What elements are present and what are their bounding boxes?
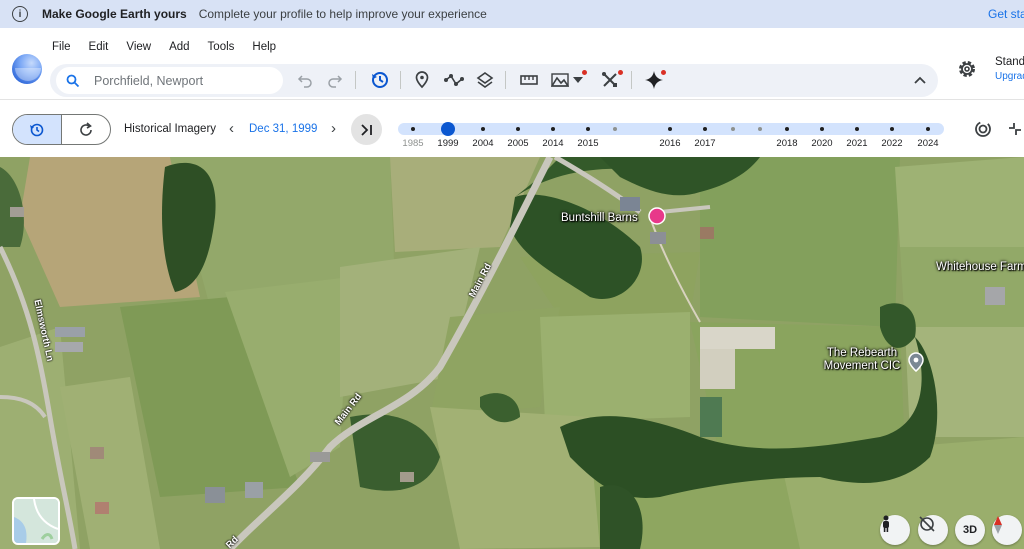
profile-banner: i Make Google Earth yours Complete your … [0, 0, 1024, 28]
banner-title: Make Google Earth yours [42, 7, 187, 21]
timelapse-icon[interactable] [973, 119, 993, 139]
chevron-left-icon[interactable]: ‹ [229, 120, 234, 137]
map-style-icon[interactable] [549, 69, 571, 91]
banner-message: Complete your profile to help improve yo… [198, 7, 487, 21]
reset-tilt-button[interactable] [918, 515, 948, 545]
map-view[interactable]: Buntshill Barns Whitehouse Farm The Rebe… [0, 157, 1024, 549]
menu-file[interactable]: File [52, 41, 71, 53]
get-started-link[interactable]: Get sta [988, 7, 1024, 21]
compass-button[interactable] [992, 515, 1022, 545]
jump-to-latest-button[interactable] [351, 114, 382, 145]
collapse-icon[interactable] [909, 69, 931, 91]
current-mode-button[interactable] [62, 115, 111, 144]
toolbar-divider [355, 71, 356, 89]
timeline-year-label[interactable]: 2015 [577, 138, 598, 149]
chevron-down-icon[interactable] [570, 69, 586, 91]
timeline-year-label[interactable]: 1985 [402, 138, 423, 149]
undo-icon[interactable] [294, 69, 316, 91]
collapse-panel-icon[interactable] [1005, 119, 1024, 139]
timeline-tick[interactable] [855, 127, 859, 131]
path-icon[interactable] [443, 69, 465, 91]
menu-help[interactable]: Help [252, 41, 276, 53]
google-earth-logo[interactable] [12, 54, 42, 84]
timeline-tick[interactable] [890, 127, 894, 131]
toolbar-divider [631, 71, 632, 89]
menu-bar: File Edit View Add Tools Help [52, 41, 294, 53]
selected-date[interactable]: Dec 31, 1999 [249, 123, 317, 135]
historical-imagery-bar: Historical Imagery ‹ Dec 31, 1999 › 1985… [0, 101, 1024, 157]
timeline-tick[interactable] [516, 127, 520, 131]
redo-icon[interactable] [324, 69, 346, 91]
menu-edit[interactable]: Edit [89, 41, 109, 53]
account-plan-title: Stand [995, 56, 1024, 68]
view-mode-toggle [12, 114, 111, 145]
layers-icon[interactable] [474, 69, 496, 91]
skip-end-icon [360, 123, 372, 136]
gear-icon[interactable] [956, 58, 978, 80]
timeline-selected-handle[interactable] [441, 122, 455, 136]
lodging-marker-icon[interactable] [648, 207, 666, 225]
notification-dot [661, 70, 666, 75]
timeline-slider[interactable] [398, 122, 944, 136]
timeline-tick[interactable] [820, 127, 824, 131]
info-icon: i [12, 6, 28, 22]
chevron-right-icon[interactable]: › [331, 120, 336, 137]
timeline-year-label[interactable]: 1999 [437, 138, 458, 149]
historical-imagery-label: Historical Imagery [124, 123, 217, 135]
compass-icon [994, 516, 1002, 534]
history-icon [29, 123, 44, 136]
toolbar-divider [400, 71, 401, 89]
timeline-year-label[interactable]: 2005 [507, 138, 528, 149]
measure-icon[interactable] [518, 69, 540, 91]
place-label-rebearth-movement[interactable]: The Rebearth Movement CIC [822, 347, 902, 373]
timeline-tick[interactable] [926, 127, 930, 131]
timeline-year-label[interactable]: 2021 [846, 138, 867, 149]
timeline-tick[interactable] [411, 127, 415, 131]
search-icon [66, 74, 80, 87]
placemark-icon[interactable] [411, 69, 433, 91]
historical-imagery-icon[interactable] [369, 69, 391, 91]
timeline-year-label[interactable]: 2020 [811, 138, 832, 149]
search-box[interactable] [56, 67, 283, 94]
timeline-tick[interactable] [551, 127, 555, 131]
menu-view[interactable]: View [126, 41, 151, 53]
toolbar-divider [505, 71, 506, 89]
place-label-buntshill-barns[interactable]: Buntshill Barns [561, 212, 638, 225]
timeline-minor-tick[interactable] [758, 127, 762, 131]
timeline-tick[interactable] [785, 127, 789, 131]
upgrade-link[interactable]: Upgrad [995, 71, 1024, 82]
timeline-tick[interactable] [586, 127, 590, 131]
notification-dot [618, 70, 623, 75]
timeline-year-label[interactable]: 2004 [472, 138, 493, 149]
timeline-tick[interactable] [703, 127, 707, 131]
refresh-icon [79, 121, 92, 136]
menu-tools[interactable]: Tools [208, 41, 235, 53]
timeline-year-label[interactable]: 2024 [917, 138, 938, 149]
timeline-year-label[interactable]: 2014 [542, 138, 563, 149]
3d-toggle-button[interactable]: 3D [955, 515, 985, 545]
timeline-minor-tick[interactable] [731, 127, 735, 131]
menu-add[interactable]: Add [169, 41, 189, 53]
timeline-year-label[interactable]: 2016 [659, 138, 680, 149]
place-label-whitehouse-farm[interactable]: Whitehouse Farm [936, 261, 1024, 274]
pegman-icon [883, 515, 889, 532]
map-layer-toggle[interactable] [12, 497, 60, 545]
timeline-tick[interactable] [481, 127, 485, 131]
historical-mode-button[interactable] [13, 115, 62, 144]
timeline-year-label[interactable]: 2017 [694, 138, 715, 149]
map-thumbnail-icon [14, 499, 58, 543]
timeline-minor-tick[interactable] [613, 127, 617, 131]
timeline-tick[interactable] [668, 127, 672, 131]
timeline-year-label[interactable]: 2018 [776, 138, 797, 149]
street-view-button[interactable] [880, 515, 910, 545]
tilt-icon [919, 516, 935, 532]
search-input[interactable] [94, 73, 274, 88]
timeline-year-label[interactable]: 2022 [881, 138, 902, 149]
